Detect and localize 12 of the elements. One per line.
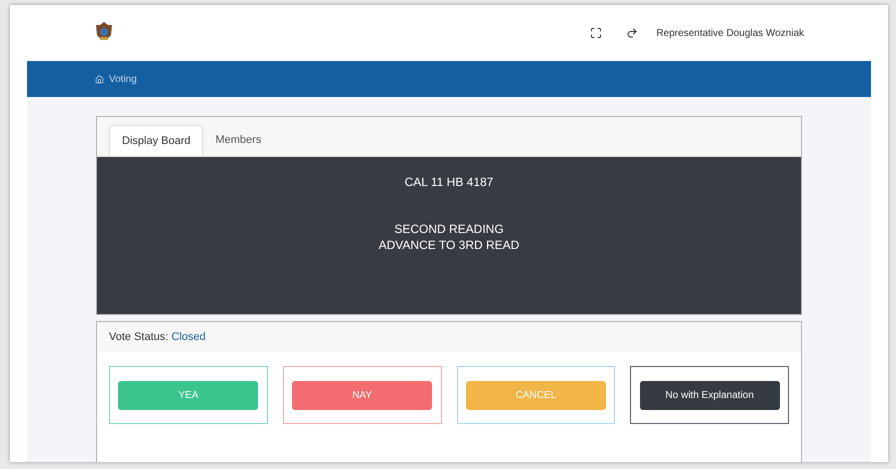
vote-button[interactable]: No with Explanation	[640, 380, 780, 410]
nav-link[interactable]: Voting	[109, 72, 137, 86]
tab[interactable]: Members	[203, 125, 274, 156]
fullscreen-icon[interactable]	[590, 27, 602, 39]
vote-status: Vote Status: Closed	[109, 330, 206, 345]
user-name[interactable]: Representative Douglas Wozniak	[656, 26, 804, 40]
bill-title: CAL 11 HB 4187	[404, 174, 494, 191]
tab[interactable]: Display Board	[109, 125, 204, 156]
home-icon	[95, 74, 104, 84]
board-line: SECOND READING	[394, 221, 504, 237]
redo-icon[interactable]	[626, 27, 638, 39]
board-line: ADVANCE TO 3RD READ	[378, 237, 520, 253]
